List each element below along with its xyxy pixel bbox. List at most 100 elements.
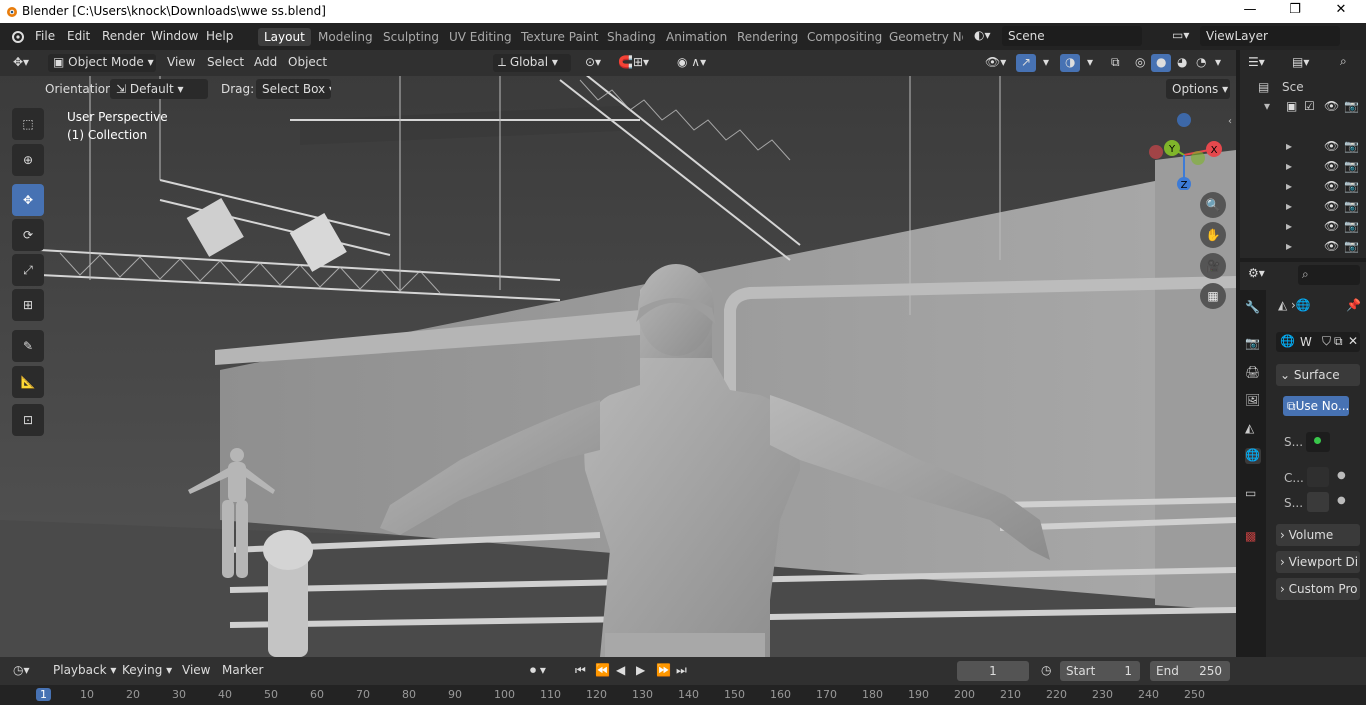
zoom-button[interactable]: 🔍 — [1200, 192, 1226, 218]
measure-tool[interactable]: 📐 — [12, 366, 44, 398]
viewport-menu-view[interactable]: View — [162, 54, 200, 72]
object-mode-dropdown[interactable]: ▣ Object Mode ▾ — [48, 54, 156, 72]
annotate-tool[interactable]: ✎ — [12, 330, 44, 362]
world-datablock-field[interactable]: 🌐 W ⛉ ⧉ ✕ — [1276, 332, 1360, 352]
outliner-filter-icon[interactable]: ⌕ — [1340, 54, 1347, 69]
options-dropdown[interactable]: Options ▾ — [1166, 79, 1230, 99]
workspace-tab-shading[interactable]: Shading — [601, 28, 662, 46]
render-camera-icon[interactable]: 📷 — [1344, 179, 1359, 193]
jump-start-icon[interactable]: ⏮ — [570, 662, 591, 680]
scale-tool[interactable]: ⤢ — [12, 254, 44, 286]
play-icon[interactable]: ▶ — [631, 662, 650, 680]
blender-menu-icon[interactable] — [9, 29, 25, 43]
transform-tool[interactable]: ⊞ — [12, 289, 44, 321]
volume-panel-header[interactable]: › Volume — [1276, 524, 1360, 546]
menu-edit[interactable]: Edit — [67, 29, 90, 43]
viewport-menu-object[interactable]: Object — [283, 54, 332, 72]
menu-window[interactable]: Window — [151, 29, 198, 43]
fake-user-shield-icon[interactable]: ⛉ — [1322, 334, 1331, 349]
current-frame-field[interactable]: 1 — [957, 661, 1029, 681]
minimize-button[interactable]: — — [1240, 2, 1260, 20]
strength-field[interactable] — [1307, 492, 1329, 512]
outliner-row[interactable]: ▸ 👁 📷 — [1240, 156, 1366, 176]
outliner-row[interactable]: ▸ 👁 📷 — [1240, 196, 1366, 216]
workspace-tab-uv-editing[interactable]: UV Editing — [443, 28, 518, 46]
expand-arrow-icon[interactable]: ▸ — [1286, 199, 1292, 213]
texture-tab-icon[interactable]: ▩ — [1245, 529, 1261, 545]
workspace-tab-texture-paint[interactable]: Texture Paint — [515, 28, 604, 46]
ortho-toggle-button[interactable]: ▦ — [1200, 283, 1226, 309]
render-camera-icon[interactable]: 📷 — [1344, 219, 1359, 233]
expand-arrow-icon[interactable]: ▾ — [1264, 99, 1270, 113]
move-tool[interactable]: ✥ — [12, 184, 44, 216]
orientation-dropdown[interactable]: ⇲ Default ▾ — [110, 79, 208, 99]
end-frame-field[interactable]: End 250 — [1150, 661, 1230, 681]
timeline-menu-marker[interactable]: Marker — [217, 662, 268, 680]
surface-panel-header[interactable]: ⌄ Surface — [1276, 364, 1360, 386]
visibility-eye-icon[interactable]: 👁 — [1324, 139, 1339, 153]
visibility-eye-icon[interactable]: 👁 — [1324, 219, 1339, 233]
workspace-tab-sculpting[interactable]: Sculpting — [377, 28, 445, 46]
custom-properties-panel-header[interactable]: › Custom Pro — [1276, 578, 1360, 600]
view-layer-field[interactable]: ViewLayer — [1200, 26, 1340, 46]
snap-icon[interactable]: 🧲⊞▾ — [613, 54, 654, 72]
surface-shader-socket[interactable] — [1306, 432, 1330, 452]
view-layer-icon[interactable]: ▭▾ — [1172, 28, 1189, 42]
shading-material-icon[interactable]: ◕ — [1172, 54, 1192, 72]
use-nodes-button[interactable]: ⧉Use No... — [1283, 396, 1349, 416]
expand-arrow-icon[interactable]: ▸ — [1286, 159, 1292, 173]
workspace-tab-animation[interactable]: Animation — [660, 28, 733, 46]
xray-toggle-icon[interactable]: ⧉ — [1106, 54, 1125, 72]
cursor-tool[interactable]: ⊕ — [12, 144, 44, 176]
visibility-eye-icon[interactable]: 👁 — [1324, 99, 1339, 113]
workspace-tab-modeling[interactable]: Modeling — [312, 28, 379, 46]
sidebar-toggle-icon[interactable]: ‹ — [1228, 116, 1232, 127]
menu-help[interactable]: Help — [206, 29, 233, 43]
outliner-row[interactable]: ▸ 👁 📷 — [1240, 136, 1366, 156]
drag-dropdown[interactable]: Select Box ▾ — [256, 79, 331, 99]
duplicate-icon[interactable]: ⧉ — [1334, 334, 1343, 349]
render-camera-icon[interactable]: 📷 — [1344, 99, 1359, 113]
tool-tab-icon[interactable]: 🔧 — [1245, 300, 1261, 316]
timeline-editor-icon[interactable]: ◷▾ — [8, 662, 35, 680]
expand-arrow-icon[interactable]: ▸ — [1286, 139, 1292, 153]
pan-button[interactable]: ✋ — [1200, 222, 1226, 248]
visibility-eye-icon[interactable]: 👁 — [1324, 199, 1339, 213]
exclude-checkbox-icon[interactable]: ☑ — [1304, 99, 1315, 113]
workspace-tab-layout[interactable]: Layout — [258, 28, 311, 46]
overlays-dropdown-icon[interactable]: ▾ — [1082, 54, 1098, 72]
3d-viewport[interactable]: ✥▾ ▣ Object Mode ▾ View Select Add Objec… — [0, 50, 1236, 657]
camera-view-button[interactable]: 🎥 — [1200, 253, 1226, 279]
view-layer-tab-icon[interactable]: 🖼 — [1245, 393, 1261, 409]
preview-range-clock-icon[interactable]: ◷ — [1036, 662, 1056, 680]
gizmo-toggle-icon[interactable]: ↗ — [1016, 54, 1037, 72]
render-camera-icon[interactable]: 📷 — [1344, 199, 1359, 213]
unlink-icon[interactable]: ✕ — [1348, 334, 1358, 348]
outliner-editor-icon[interactable]: ☰▾ — [1248, 55, 1265, 69]
pivot-point-icon[interactable]: ⊙▾ — [580, 54, 606, 72]
scene-tab-icon[interactable]: ◭ — [1245, 421, 1261, 437]
gizmo-dropdown-icon[interactable]: ▾ — [1038, 54, 1054, 72]
timeline-menu-view[interactable]: View — [177, 662, 215, 680]
menu-render[interactable]: Render — [102, 29, 145, 43]
render-tab-icon[interactable]: 📷 — [1245, 336, 1261, 352]
render-camera-icon[interactable]: 📷 — [1344, 159, 1359, 173]
play-reverse-icon[interactable]: ◀ — [611, 662, 630, 680]
pin-icon[interactable]: 📌 — [1346, 298, 1361, 312]
auto-keying-record-icon[interactable]: ⏺ ▾ — [525, 662, 551, 680]
outliner-row[interactable]: ▸ 👁 📷 — [1240, 216, 1366, 236]
visibility-eye-icon[interactable]: 👁 — [1324, 159, 1339, 173]
workspace-tab-rendering[interactable]: Rendering — [731, 28, 804, 46]
start-frame-field[interactable]: Start 1 — [1060, 661, 1140, 681]
navigation-gizmo[interactable]: X Y Z — [1146, 110, 1224, 190]
jump-end-icon[interactable]: ⏭ — [671, 662, 692, 680]
viewport-menu-select[interactable]: Select — [202, 54, 249, 72]
viewport-menu-add[interactable]: Add — [249, 54, 282, 72]
visibility-eye-icon[interactable]: 👁 — [1324, 239, 1339, 253]
expand-arrow-icon[interactable]: ▸ — [1286, 179, 1292, 193]
editor-type-icon[interactable]: ✥▾ — [8, 54, 42, 72]
shading-rendered-icon[interactable]: ◔ — [1191, 54, 1211, 72]
proportional-edit-icon[interactable]: ◉ ∧▾ — [672, 54, 711, 72]
shading-dropdown-icon[interactable]: ▾ — [1210, 54, 1226, 72]
outliner-row[interactable]: ▸ 👁 📷 — [1240, 236, 1366, 256]
